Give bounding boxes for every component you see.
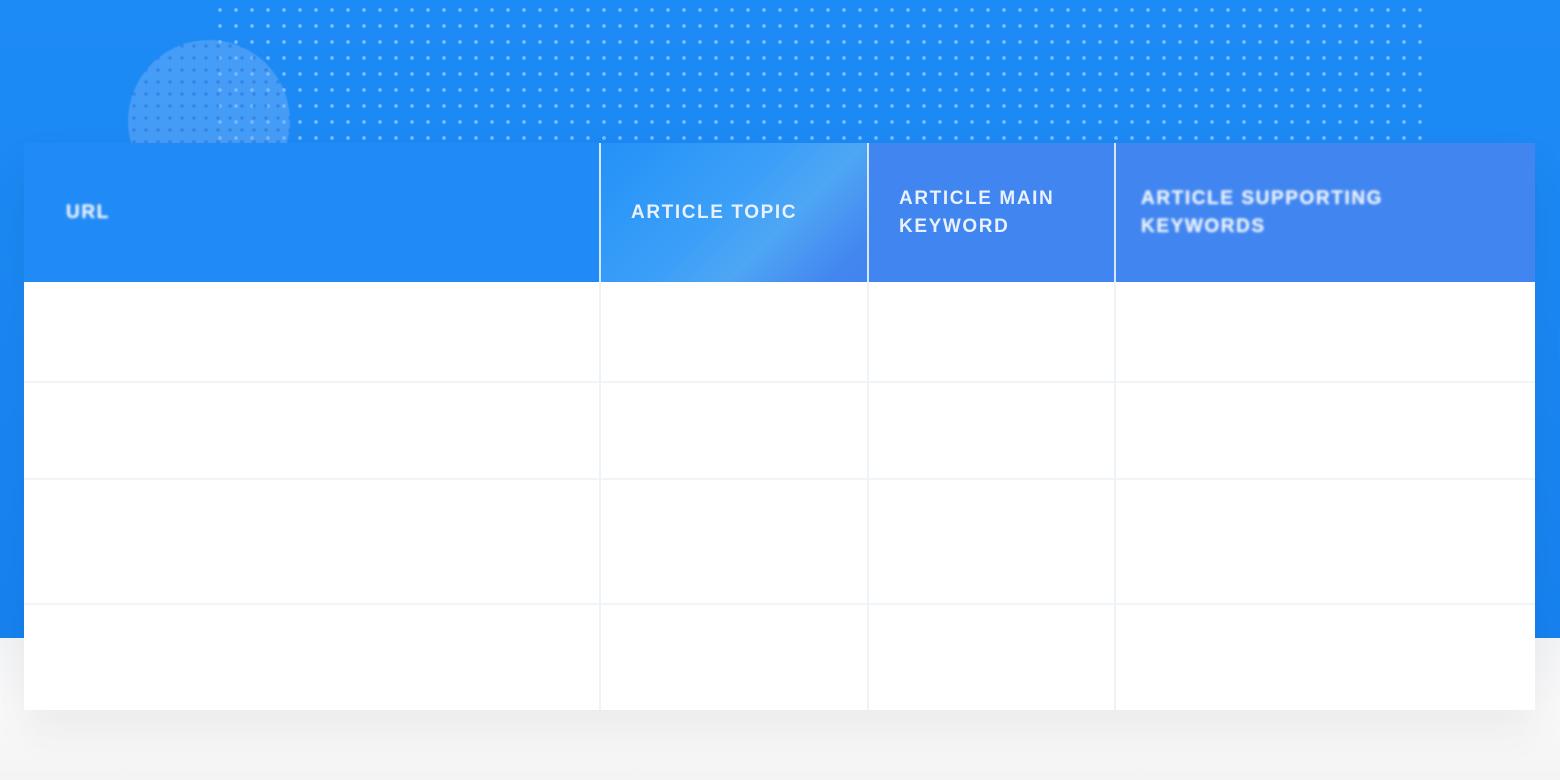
table-cell-url (24, 282, 601, 382)
table-cell-topic (600, 381, 869, 479)
column-header-article-supporting-keywords-label: ARTICLE SUPPORTING KEYWORDS (1141, 187, 1384, 237)
table-cell-url (24, 478, 601, 604)
table-row (24, 381, 1535, 479)
table-cell-main-keyword (868, 478, 1116, 604)
table-cell-main-keyword (868, 603, 1116, 710)
table-row (24, 603, 1535, 710)
table-cell-url (24, 603, 601, 710)
table-row (24, 282, 1535, 382)
table-cell-supporting-keywords (1115, 282, 1535, 382)
dot-pattern-decoration (208, 0, 1422, 142)
table-header: URL ARTICLE TOPIC ARTICLE MAIN KEYWORD A… (24, 143, 1535, 282)
table-cell-supporting-keywords (1115, 478, 1535, 604)
column-header-url-label: URL (66, 201, 110, 223)
column-header-article-supporting-keywords: ARTICLE SUPPORTING KEYWORDS (1115, 143, 1535, 282)
column-header-url: URL (24, 143, 601, 282)
table-cell-topic (600, 282, 869, 382)
table-cell-supporting-keywords (1115, 381, 1535, 479)
column-header-article-main-keyword: ARTICLE MAIN KEYWORD (868, 143, 1116, 282)
header-row: URL ARTICLE TOPIC ARTICLE MAIN KEYWORD A… (24, 143, 1535, 282)
keyword-table-grid: URL ARTICLE TOPIC ARTICLE MAIN KEYWORD A… (24, 143, 1535, 710)
table-cell-topic (600, 478, 869, 604)
table-cell-main-keyword (868, 381, 1116, 479)
keyword-table: URL ARTICLE TOPIC ARTICLE MAIN KEYWORD A… (24, 143, 1535, 710)
table-body (24, 282, 1535, 710)
table-cell-url (24, 381, 601, 479)
column-header-article-topic-label: ARTICLE TOPIC (631, 201, 798, 223)
table-row (24, 478, 1535, 604)
table-cell-supporting-keywords (1115, 603, 1535, 710)
table-cell-topic (600, 603, 869, 710)
column-header-article-main-keyword-label: ARTICLE MAIN KEYWORD (899, 187, 1055, 237)
column-header-article-topic: ARTICLE TOPIC (600, 143, 869, 282)
table-cell-main-keyword (868, 282, 1116, 382)
